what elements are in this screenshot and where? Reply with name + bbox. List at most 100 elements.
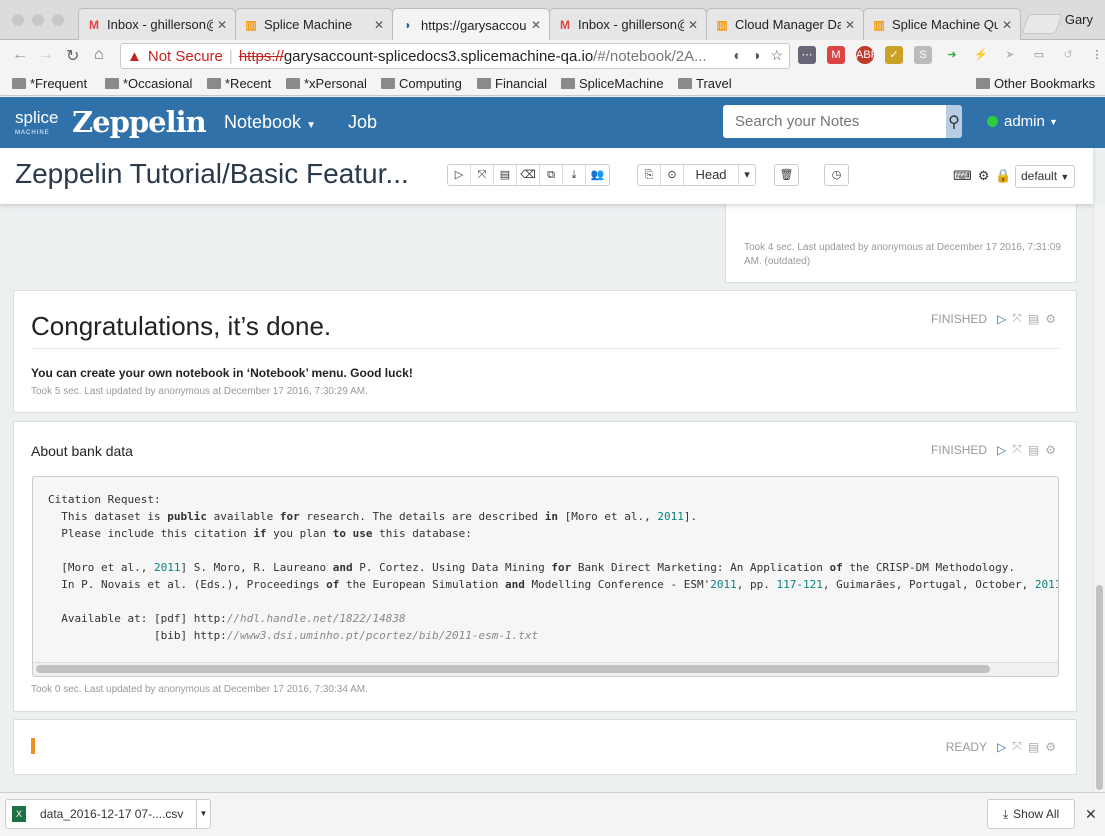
commit-icon[interactable]: ⎘	[638, 165, 661, 185]
extension-icon[interactable]: S	[914, 46, 932, 64]
interpreter-selector[interactable]: default ▼	[1015, 165, 1075, 188]
keyboard-icon[interactable]: ⌨	[953, 168, 972, 184]
hide-code-icon[interactable]: ⤧	[471, 165, 494, 185]
browser-tab-active[interactable]: ◗ https://garysaccount ✕	[392, 8, 550, 41]
notebook-menu[interactable]: Notebook ▼	[224, 112, 316, 133]
extension-icon[interactable]: ⚡	[972, 46, 990, 64]
book-icon[interactable]: ▤	[1028, 443, 1039, 457]
browser-tab[interactable]: ▥ Splice Machine Qu ✕	[863, 8, 1021, 40]
blocked-cookie-icon[interactable]: ◐	[734, 47, 742, 64]
extension-icon[interactable]: ⋯	[798, 46, 816, 64]
bookmark-folder[interactable]: *Occasional	[105, 76, 192, 91]
adblock-icon[interactable]: ABP	[856, 46, 878, 64]
export-icon[interactable]: ⤓	[563, 165, 586, 185]
window-controls[interactable]	[12, 14, 64, 26]
reload-icon[interactable]: ↻	[66, 46, 79, 66]
close-tab-icon[interactable]: ✕	[217, 18, 227, 32]
folder-icon	[105, 78, 119, 89]
horizontal-scrollbar[interactable]	[36, 665, 990, 673]
zeppelin-logo[interactable]: Zeppelin	[72, 105, 207, 139]
bookmark-folder[interactable]: *Recent	[207, 76, 271, 91]
search-button[interactable]: ⚲	[946, 105, 962, 138]
run-all-icon[interactable]: ▷	[448, 165, 471, 185]
browser-tab[interactable]: ▥ Splice Machine ✕	[235, 8, 393, 40]
show-all-button[interactable]: ⤓ Show All	[987, 799, 1075, 829]
bookmark-folder[interactable]: Computing	[381, 76, 462, 91]
browser-tab[interactable]: M Inbox - ghillerson@ ✕	[549, 8, 707, 40]
browser-tab[interactable]: ▥ Cloud Manager Da ✕	[706, 8, 864, 40]
code-token: public	[167, 510, 207, 523]
trash-icon[interactable]: 🗑	[775, 165, 798, 185]
clone-icon[interactable]: ⧉	[540, 165, 563, 185]
paragraph-status: READY	[945, 739, 988, 754]
browser-tab[interactable]: M Inbox - ghillerson@ ✕	[78, 8, 236, 40]
code-token: the CRISP-DM Methodology.	[842, 561, 1015, 574]
close-tab-icon[interactable]: ✕	[531, 18, 541, 32]
book-icon[interactable]: ▤	[1028, 740, 1039, 754]
new-tab-button[interactable]	[1021, 14, 1063, 34]
vertical-scrollbar[interactable]	[1093, 205, 1105, 792]
user-menu[interactable]: admin ▼	[987, 113, 1058, 130]
download-item[interactable]: Xdata_2016-12-17 07-....csv ▼	[5, 799, 211, 829]
job-link[interactable]: Job	[348, 112, 377, 133]
gear-icon[interactable]: ⚙	[1045, 740, 1056, 754]
paragraph-meta: Took 0 sec. Last updated by anonymous at…	[31, 684, 368, 695]
scrollbar-thumb[interactable]	[1096, 585, 1103, 790]
gear-icon[interactable]: ⚙	[1045, 312, 1056, 326]
code-token: , Guimarães, Portugal, October,	[822, 578, 1035, 591]
expand-icon[interactable]: ⤧	[1012, 442, 1022, 457]
close-tab-icon[interactable]: ✕	[1002, 18, 1012, 32]
gmail-extension-icon[interactable]: M	[827, 46, 845, 64]
caret-down-icon[interactable]: ▾	[739, 165, 755, 185]
run-icon[interactable]: ▷	[997, 740, 1006, 754]
home-icon[interactable]: ⌂	[94, 46, 104, 64]
head-selector[interactable]: Head	[684, 165, 739, 185]
extension-icon[interactable]: ↺	[1059, 46, 1077, 64]
run-icon[interactable]: ▷	[997, 443, 1006, 457]
other-bookmarks[interactable]: Other Bookmarks	[976, 76, 1095, 91]
hide-output-icon[interactable]: ▤	[494, 165, 517, 185]
revision-icon[interactable]: ⊙	[661, 165, 684, 185]
bookmark-folder[interactable]: SpliceMachine	[561, 76, 664, 91]
bookmark-folder[interactable]: Financial	[477, 76, 547, 91]
code-token: //hdl.handle.net/1822/14838	[226, 612, 406, 625]
cursor-extension-icon[interactable]: ➤	[1001, 46, 1019, 64]
close-tab-icon[interactable]: ✕	[688, 18, 698, 32]
bookmark-folder[interactable]: Travel	[678, 76, 732, 91]
permissions-icon[interactable]: 👥	[586, 165, 609, 185]
extension-icon[interactable]: ✓	[885, 46, 903, 64]
close-icon[interactable]: ✕	[1085, 806, 1097, 823]
expand-icon[interactable]: ⤧	[1012, 739, 1022, 754]
bookmark-folder[interactable]: *Frequent	[12, 76, 87, 91]
code-token: to	[332, 527, 347, 540]
folder-icon	[678, 78, 692, 89]
book-icon[interactable]: ▤	[1028, 312, 1039, 326]
caret-down-icon[interactable]: ▼	[196, 800, 210, 828]
search-input[interactable]	[723, 105, 946, 138]
folder-icon	[12, 78, 26, 89]
splice-logo[interactable]: splice MACHINE	[15, 109, 58, 140]
back-icon[interactable]: ←	[12, 46, 28, 64]
cast-icon[interactable]: ▭	[1030, 46, 1048, 64]
forward-icon[interactable]: →	[38, 46, 54, 64]
extension-icon[interactable]: ➜	[943, 46, 961, 64]
clock-icon[interactable]: ◷	[825, 165, 848, 185]
notebook-title[interactable]: Zeppelin Tutorial/Basic Featur...	[15, 158, 409, 190]
bookmark-star-icon[interactable]: ☆	[770, 47, 783, 64]
blocked-popup-icon[interactable]: ◑	[752, 47, 760, 64]
bookmark-folder[interactable]: *xPersonal	[286, 76, 367, 91]
url-bar[interactable]: ▲ Not Secure | https://garysaccount-spli…	[120, 43, 790, 69]
expand-icon[interactable]: ⤧	[1012, 311, 1022, 326]
clear-output-icon[interactable]: ⌫	[517, 165, 540, 185]
gear-icon[interactable]: ⚙	[1045, 443, 1056, 457]
gear-icon[interactable]: ⚙	[978, 168, 990, 184]
profile-name[interactable]: Gary	[1065, 12, 1093, 27]
paragraph-empty[interactable]: READY ▷ ⤧ ▤ ⚙	[13, 719, 1077, 775]
lock-icon[interactable]: 🔒	[995, 168, 1011, 184]
close-tab-icon[interactable]: ✕	[845, 18, 855, 32]
run-icon[interactable]: ▷	[997, 312, 1006, 326]
menu-icon[interactable]: ⋮	[1088, 46, 1105, 64]
code-token: ].	[683, 510, 698, 523]
search-notes: ⚲	[723, 105, 962, 138]
close-tab-icon[interactable]: ✕	[374, 18, 384, 32]
